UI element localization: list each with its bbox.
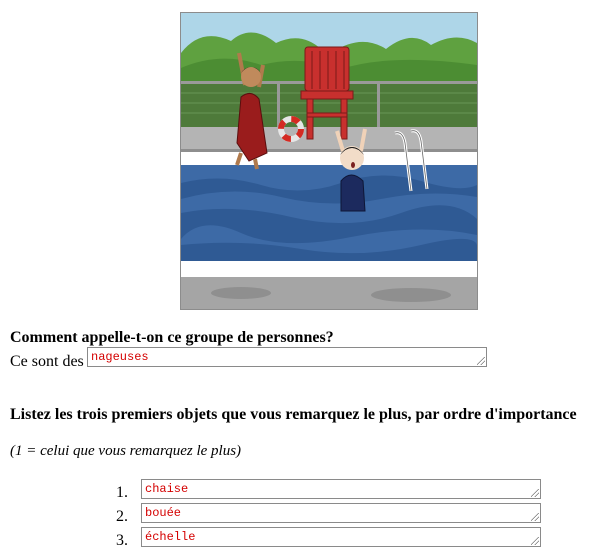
pool-scene-illustration xyxy=(180,12,478,310)
resize-grip-icon[interactable] xyxy=(531,513,539,521)
item-3-field[interactable]: échelle xyxy=(141,527,541,547)
item-1-field[interactable]: chaise xyxy=(141,479,541,499)
item-3-value: échelle xyxy=(145,530,196,544)
resize-grip-icon[interactable] xyxy=(531,489,539,497)
question-1-prefix: Ce sont des xyxy=(10,353,84,370)
question-1-title: Comment appelle-t-on ce groupe de person… xyxy=(10,329,334,346)
question-2-note: (1 = celui que vous remarquez le plus) xyxy=(10,443,242,459)
item-2-field[interactable]: bouée xyxy=(141,503,541,523)
question-2-title: Listez les trois premiers objets que vou… xyxy=(10,406,577,423)
answer-1-value: nageuses xyxy=(91,350,149,364)
item-2-value: bouée xyxy=(145,506,182,520)
item-3-number: 3. xyxy=(116,532,128,549)
resize-grip-icon[interactable] xyxy=(531,537,539,545)
item-2-number: 2. xyxy=(116,508,128,525)
resize-grip-icon[interactable] xyxy=(477,357,485,365)
item-1-number: 1. xyxy=(116,484,128,501)
answer-1-field[interactable]: nageuses xyxy=(87,347,487,367)
item-1-value: chaise xyxy=(145,482,189,496)
